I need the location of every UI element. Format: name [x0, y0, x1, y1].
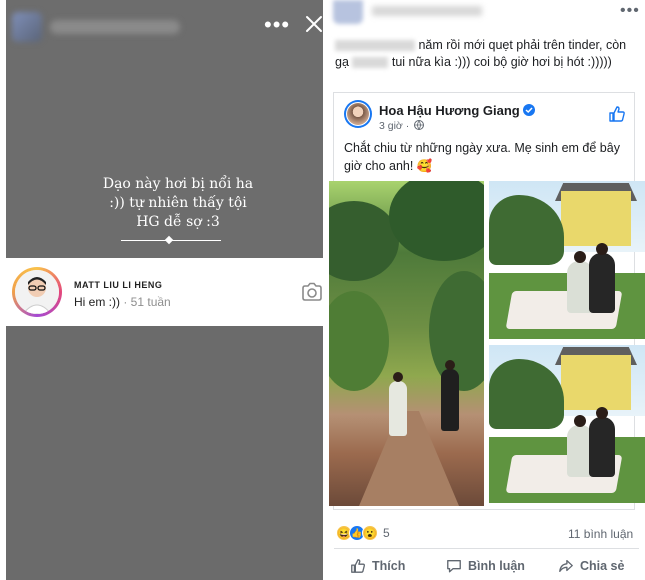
blurred-avatar — [333, 0, 363, 24]
blurred-avatar — [12, 12, 42, 42]
photo-couple-picnic-2[interactable] — [489, 345, 645, 503]
like-button-label: Thích — [372, 559, 406, 573]
avatar[interactable] — [12, 267, 62, 317]
photo-couple-walking[interactable] — [329, 181, 484, 506]
instagram-story: ••• Dạo này hơi bị nổi ha :)) tự nhiên t… — [6, 0, 323, 580]
shared-post-text: Chắt chiu từ những ngày xưa. Mẹ sinh em … — [344, 141, 620, 173]
close-icon[interactable] — [304, 14, 323, 34]
story-reply-card[interactable]: MATT LIU LI HENG Hi em :)) · 51 tuần — [6, 258, 323, 326]
comment-button[interactable]: Bình luận — [446, 558, 525, 574]
more-icon[interactable]: ••• — [264, 14, 290, 36]
reply-message-text: Hi em :)) — [74, 295, 120, 309]
share-button[interactable]: Chia sẻ — [558, 558, 624, 574]
page-name-text[interactable]: Hoa Hậu Hương Giang — [379, 103, 520, 118]
comment-button-label: Bình luận — [468, 559, 525, 573]
verified-icon — [522, 104, 535, 116]
avatar[interactable] — [344, 100, 372, 128]
thumbs-up-icon — [351, 559, 365, 573]
facebook-post: ••• năm rồi mới quẹt phải trên tinder, c… — [328, 0, 645, 580]
caption-part-2: tui nữa kìa :))) coi bộ giờ hơi bị hót :… — [391, 55, 612, 69]
more-icon[interactable]: ••• — [620, 2, 640, 20]
share-button-label: Chia sẻ — [580, 559, 625, 573]
reply-timestamp: · 51 tuần — [123, 295, 171, 309]
share-icon — [559, 560, 573, 572]
avatar-photo — [15, 270, 59, 314]
like-icon[interactable] — [608, 105, 626, 123]
comments-count[interactable]: 11 bình luận — [568, 527, 633, 541]
blurred-text — [335, 40, 415, 52]
blurred-username — [50, 20, 180, 34]
wow-reaction-icon: 😮 — [362, 525, 378, 541]
story-background: ••• Dạo này hơi bị nổi ha :)) tự nhiên t… — [6, 0, 323, 258]
story-background-lower — [6, 326, 323, 580]
comment-icon — [447, 560, 461, 573]
photo-grid — [329, 181, 645, 506]
post-caption: năm rồi mới quẹt phải trên tinder, còn g… — [335, 37, 640, 71]
story-divider-diamond — [164, 235, 174, 245]
post-timestamp[interactable]: 3 giờ · — [379, 120, 425, 132]
blurred-username — [372, 6, 482, 16]
reply-message: Hi em :)) · 51 tuần — [74, 295, 171, 309]
blurred-text — [352, 57, 389, 69]
story-overlay-text: Dạo này hơi bị nổi ha :)) tự nhiên thấy … — [102, 176, 254, 230]
like-button[interactable]: Thích — [350, 558, 405, 574]
story-header — [12, 12, 180, 42]
post-timestamp-text[interactable]: 3 giờ · — [379, 120, 409, 132]
divider — [334, 548, 639, 549]
globe-icon — [414, 120, 425, 130]
reaction-count[interactable]: 5 — [383, 526, 390, 540]
shared-post[interactable]: Hoa Hậu Hương Giang 3 giờ · Chắt chiu từ… — [329, 92, 645, 510]
page-name[interactable]: Hoa Hậu Hương Giang — [379, 103, 535, 118]
photo-couple-picnic-1[interactable] — [489, 181, 645, 339]
reactions-summary[interactable]: 😆 👍 😮 5 — [336, 525, 390, 541]
reply-author-name[interactable]: MATT LIU LI HENG — [74, 280, 162, 290]
camera-icon[interactable] — [301, 282, 323, 302]
